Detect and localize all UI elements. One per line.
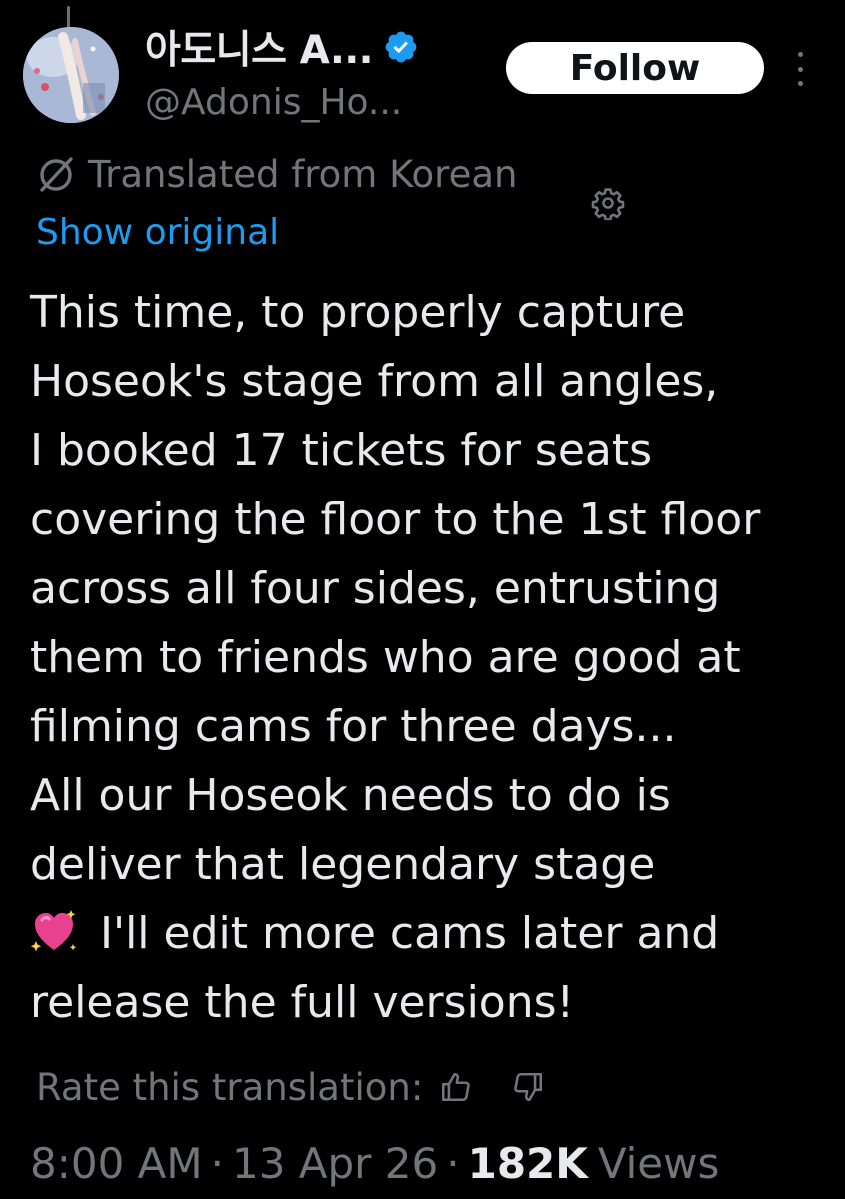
tweet-line: covering the floor to the 1st floor <box>30 494 761 545</box>
follow-button[interactable]: Follow <box>506 42 764 94</box>
translated-label: Translated from Korean <box>88 152 518 196</box>
tweet-line: them to friends who are good at <box>30 632 741 683</box>
views-label: Views <box>597 1139 720 1188</box>
thumbs-down-icon[interactable] <box>511 1070 545 1104</box>
tweet-line: filming cams for three days... <box>30 701 677 752</box>
more-dot <box>797 66 803 72</box>
more-dot <box>797 81 803 86</box>
tweet-line: Hoseok's stage from all angles, <box>30 356 719 407</box>
tweet-line: This time, to properly capture <box>30 287 686 338</box>
rate-translation-label: Rate this translation: <box>36 1065 424 1109</box>
verified-badge-icon <box>385 31 417 63</box>
author-handle[interactable]: @Adonis_Ho... <box>145 82 402 123</box>
tweet-date[interactable]: 13 Apr 26 <box>232 1139 438 1188</box>
meta-separator: · <box>446 1139 460 1188</box>
thumbs-up-icon[interactable] <box>439 1070 473 1104</box>
sparkling-heart-icon <box>30 910 77 952</box>
tweet-line: across all four sides, entrusting <box>30 563 721 614</box>
top-divider-tick <box>67 6 70 28</box>
avatar-image <box>23 27 119 123</box>
avatar[interactable] <box>23 27 119 123</box>
tweet-line: deliver that legendary stage <box>30 839 656 890</box>
gear-icon[interactable] <box>591 186 625 220</box>
translate-icon <box>40 157 73 192</box>
author-name-row: 아도니스 A... <box>145 19 419 75</box>
tweet-line: All our Hoseok needs to do is <box>30 770 671 821</box>
tweet-line-with-emoji: I'll edit more cams later and <box>30 899 830 968</box>
tweet-time[interactable]: 8:00 AM <box>30 1139 203 1188</box>
views-count[interactable]: 182K <box>468 1139 588 1188</box>
translation-notice: Translated from Korean <box>34 152 517 196</box>
tweet-line-text: I'll edit more cams later and <box>100 908 720 959</box>
meta-separator: · <box>210 1139 224 1188</box>
tweet-line: I booked 17 tickets for seats <box>30 425 653 476</box>
author-display-name[interactable]: 아도니스 A... <box>145 19 373 75</box>
tweet-meta: 8:00 AM · 13 Apr 26 · 182K Views <box>30 1139 719 1188</box>
tweet-text: This time, to properly capture Hoseok's … <box>30 278 830 1037</box>
show-original-link[interactable]: Show original <box>36 212 279 253</box>
tweet-line: release the full versions! <box>30 977 575 1028</box>
rate-translation-row: Rate this translation: <box>36 1060 545 1114</box>
more-vertical-icon[interactable] <box>792 52 808 86</box>
more-dot <box>797 52 803 57</box>
